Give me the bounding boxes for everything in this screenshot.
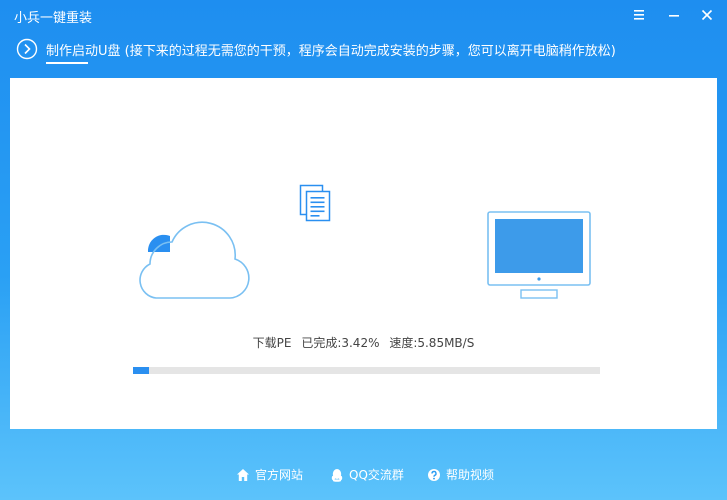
progress-fill	[133, 367, 149, 374]
minimize-icon	[669, 15, 679, 17]
qq-group-label: QQ交流群	[349, 468, 404, 482]
chevron-right-circle-icon	[16, 38, 38, 60]
close-button[interactable]	[696, 4, 718, 26]
help-video-label: 帮助视频	[446, 468, 495, 482]
completion-percent: 已完成:3.42%	[301, 336, 380, 350]
step-description: 制作启动U盘 (接下来的过程无需您的干预，程序会自动完成安装的步骤，您可以离开电…	[46, 44, 616, 59]
monitor-icon	[487, 211, 591, 299]
close-icon	[701, 9, 713, 21]
help-video-link[interactable]: 帮助视频	[427, 466, 494, 483]
download-speed: 速度:5.85MB/S	[389, 336, 475, 350]
document-icon	[299, 184, 331, 222]
app-title: 小兵一键重装	[14, 11, 93, 26]
main-panel	[10, 78, 717, 429]
official-site-link[interactable]: 官方网站	[236, 466, 303, 483]
footer: 官方网站 QQ交流群 帮助视频	[0, 466, 727, 486]
task-name: 下载PE	[252, 336, 292, 350]
menu-icon	[634, 10, 644, 20]
qq-icon	[331, 468, 343, 482]
progress-bar	[133, 367, 600, 374]
menu-button[interactable]	[628, 4, 650, 26]
qq-group-link[interactable]: QQ交流群	[330, 466, 404, 483]
help-icon	[428, 468, 440, 481]
download-status: 下载PE 已完成:3.42% 速度:5.85MB/S	[0, 334, 727, 351]
step-header: 制作启动U盘 (接下来的过程无需您的干预，程序会自动完成安装的步骤，您可以离开电…	[0, 36, 727, 64]
home-icon	[237, 468, 249, 481]
official-site-label: 官方网站	[255, 468, 304, 482]
step-underline	[46, 62, 88, 64]
cloud-icon	[139, 221, 250, 299]
minimize-button[interactable]	[663, 4, 685, 26]
title-bar: 小兵一键重装	[0, 0, 727, 30]
